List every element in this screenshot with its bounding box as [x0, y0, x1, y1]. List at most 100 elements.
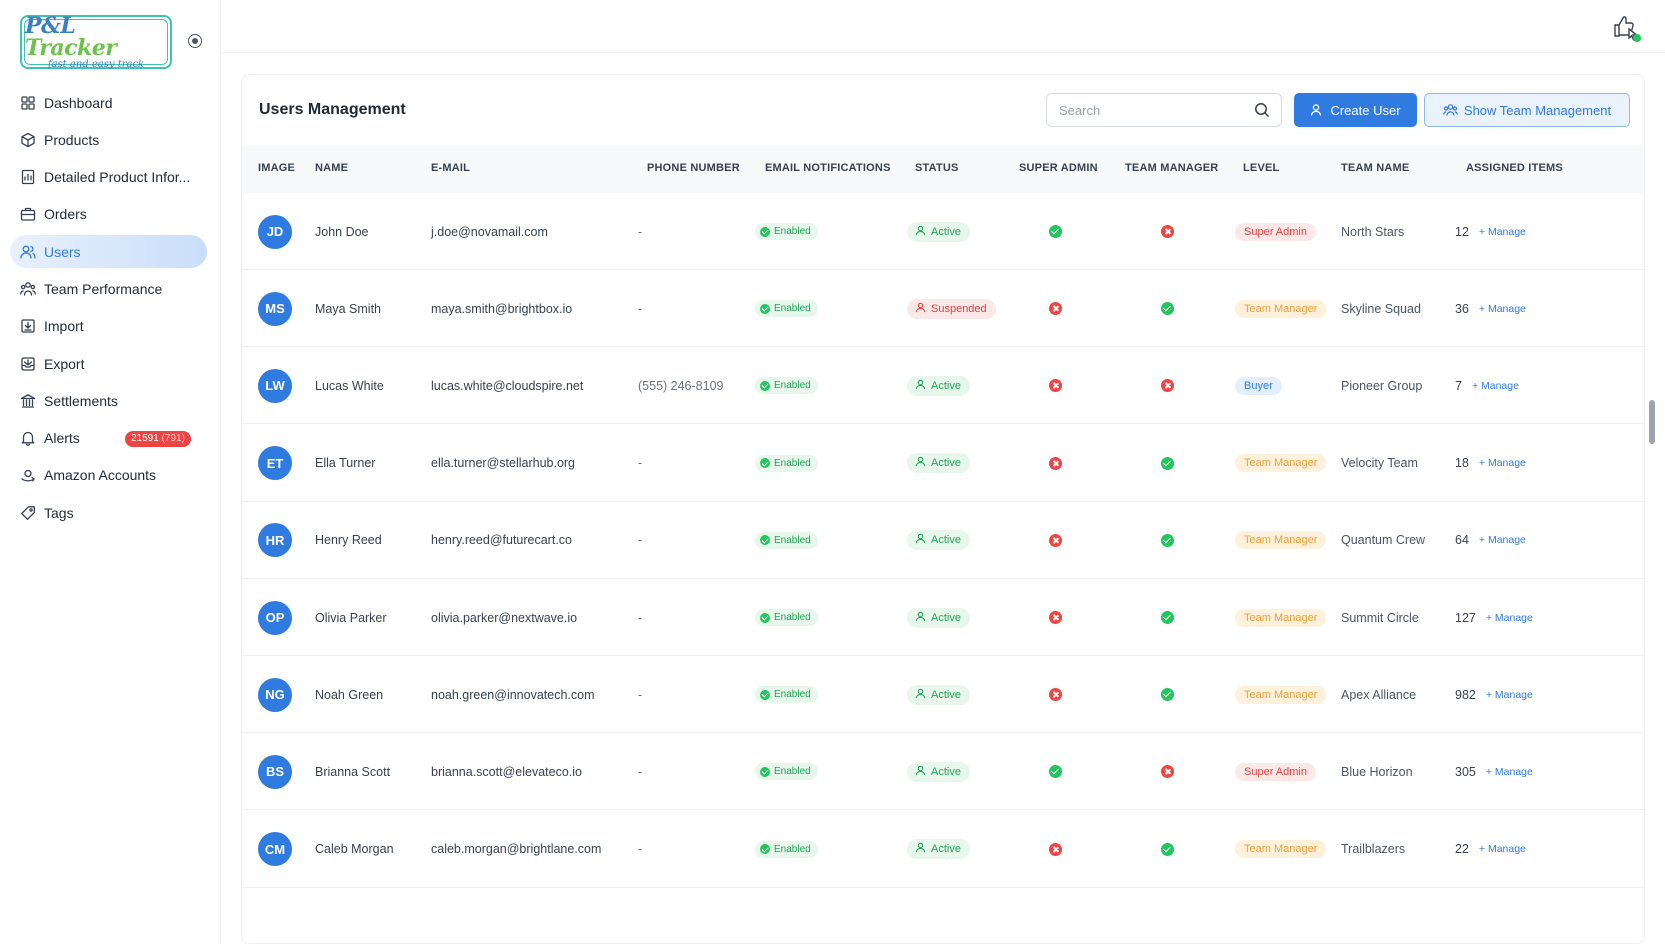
- notifications-text: Enabled: [774, 766, 811, 778]
- sidebar-item-alerts[interactable]: Alerts 21591 (791): [10, 422, 207, 455]
- manage-link[interactable]: + Manage: [1479, 303, 1526, 315]
- logo[interactable]: P&L Tracker fast and easy track: [20, 15, 172, 69]
- user-status-icon: [915, 765, 926, 779]
- sidebar-item-team-performance[interactable]: Team Performance: [10, 272, 207, 305]
- email-cell: lucas.white@cloudspire.net: [431, 347, 583, 424]
- column-header-email-notifications[interactable]: EMAIL NOTIFICATIONS: [765, 162, 891, 174]
- sidebar-item-settlements[interactable]: Settlements: [10, 384, 207, 417]
- user-phone: -: [638, 533, 643, 548]
- table-row[interactable]: NG Noah Green noah.green@innovatech.com - En…: [242, 656, 1644, 734]
- sidebar-item-label: Export: [44, 355, 85, 372]
- column-header-image[interactable]: IMAGE: [258, 162, 295, 174]
- level-cell: Super Admin: [1235, 193, 1316, 270]
- image-cell: ET: [258, 425, 292, 502]
- manage-link[interactable]: + Manage: [1479, 534, 1526, 546]
- manage-link[interactable]: + Manage: [1486, 612, 1533, 624]
- table-row[interactable]: CM Caleb Morgan caleb.morgan@brightlane.co…: [242, 811, 1644, 888]
- column-header-assigned-items[interactable]: ASSIGNED ITEMS: [1466, 162, 1563, 174]
- user-phone: -: [638, 764, 643, 779]
- status-cell: Suspended: [907, 270, 996, 347]
- notifications-text: Enabled: [774, 534, 811, 546]
- team-name: Pioneer Group: [1341, 378, 1423, 393]
- user-email: maya.smith@brightbox.io: [431, 301, 573, 316]
- email-notifications-badge[interactable]: Enabled: [755, 686, 818, 704]
- phone-cell: (555) 246-8109: [638, 347, 723, 424]
- sidebar-toggle-radio-icon[interactable]: [188, 34, 202, 48]
- email-notifications-badge[interactable]: Enabled: [755, 454, 818, 472]
- super-admin-cell: [1049, 270, 1062, 347]
- table-row[interactable]: MS Maya Smith maya.smith@brightbox.io - Enab…: [242, 270, 1644, 348]
- sidebar-item-dashboard[interactable]: Dashboard: [10, 86, 207, 119]
- check-circle-icon: [760, 689, 770, 700]
- manage-link[interactable]: + Manage: [1486, 689, 1533, 701]
- alerts-count: 21591: [131, 432, 159, 444]
- column-header-e-mail[interactable]: E-MAIL: [431, 162, 470, 174]
- user-status-icon: [915, 611, 926, 625]
- sidebar-item-tags[interactable]: Tags: [10, 496, 207, 529]
- column-header-status[interactable]: STATUS: [915, 162, 959, 174]
- phone-cell: -: [638, 811, 642, 888]
- email-notifications-badge[interactable]: Enabled: [755, 763, 818, 781]
- status-text: Active: [931, 457, 961, 470]
- column-header-phone-number[interactable]: PHONE NUMBER: [647, 162, 740, 174]
- email-notifications-badge[interactable]: Enabled: [755, 300, 818, 318]
- table-row[interactable]: ET Ella Turner ella.turner@stellarhub.org -…: [242, 425, 1644, 502]
- email-notifications-cell: Enabled: [755, 656, 818, 733]
- email-notifications-badge[interactable]: Enabled: [755, 840, 818, 858]
- table-row[interactable]: LW Lucas White lucas.white@cloudspire.net (…: [242, 347, 1644, 425]
- column-header-team-name[interactable]: TEAM NAME: [1341, 162, 1409, 174]
- manage-link[interactable]: + Manage: [1472, 380, 1519, 392]
- create-user-button[interactable]: Create User: [1294, 93, 1417, 127]
- manage-link[interactable]: + Manage: [1479, 843, 1526, 855]
- status-cell: Active: [907, 656, 970, 733]
- manage-link[interactable]: + Manage: [1486, 766, 1533, 778]
- sidebar-item-label: Products: [44, 131, 100, 148]
- table-row[interactable]: JD John Doe j.doe@novamail.com - Enabled Acti…: [242, 193, 1644, 270]
- column-header-level[interactable]: LEVEL: [1243, 162, 1279, 174]
- sidebar-item-detailed-product-infor[interactable]: Detailed Product Infor...: [10, 161, 207, 194]
- sidebar-item-export[interactable]: Export: [10, 347, 207, 380]
- level-badge: Team Manager: [1235, 299, 1327, 318]
- sidebar-item-amazon-accounts[interactable]: Amazon Accounts: [10, 459, 207, 492]
- manage-link[interactable]: + Manage: [1479, 226, 1526, 238]
- avatar: OP: [258, 600, 292, 635]
- team-name: Quantum Crew: [1341, 533, 1426, 548]
- show-team-management-button[interactable]: Show Team Management: [1424, 93, 1630, 127]
- like-cursor-icon[interactable]: [1609, 10, 1643, 44]
- avatar: JD: [258, 214, 292, 249]
- team-name: Blue Horizon: [1341, 764, 1413, 779]
- team-name-cell: Apex Alliance: [1341, 656, 1416, 733]
- column-header-super-admin[interactable]: SUPER ADMIN: [1019, 162, 1098, 174]
- avatar: ET: [258, 446, 292, 481]
- team-name-cell: Summit Circle: [1341, 579, 1419, 656]
- table-row[interactable]: OP Olivia Parker olivia.parker@nextwave.io…: [242, 579, 1644, 656]
- scrollbar-thumb[interactable]: [1649, 400, 1655, 444]
- level-badge: Team Manager: [1235, 840, 1327, 859]
- image-cell: JD: [258, 193, 292, 270]
- table-row[interactable]: BS Brianna Scott brianna.scott@elevateco.i…: [242, 733, 1644, 811]
- sidebar-item-users[interactable]: Users: [10, 235, 207, 269]
- search-input[interactable]: [1046, 93, 1282, 127]
- email-notifications-badge[interactable]: Enabled: [755, 609, 818, 626]
- name-cell: Noah Green: [315, 656, 383, 733]
- sidebar-item-products[interactable]: Products: [10, 123, 207, 156]
- manage-link[interactable]: + Manage: [1479, 457, 1526, 469]
- email-notifications-badge[interactable]: Enabled: [755, 377, 818, 395]
- email-cell: henry.reed@futurecart.co: [431, 502, 572, 579]
- column-header-team-manager[interactable]: TEAM MANAGER: [1125, 162, 1218, 174]
- status-text: Active: [931, 765, 961, 778]
- user-phone: (555) 246-8109: [638, 378, 724, 393]
- search-icon[interactable]: [1254, 102, 1270, 118]
- table-row[interactable]: HR Henry Reed henry.reed@futurecart.co - Ena…: [242, 502, 1644, 579]
- create-user-label: Create User: [1330, 102, 1401, 118]
- sidebar-item-import[interactable]: Import: [10, 310, 207, 343]
- column-header-name[interactable]: NAME: [315, 162, 348, 174]
- email-notifications-badge[interactable]: Enabled: [755, 531, 818, 549]
- team-name: Summit Circle: [1341, 610, 1419, 625]
- level-badge: Team Manager: [1235, 454, 1327, 473]
- box-icon: [20, 132, 36, 148]
- team-name: Apex Alliance: [1341, 687, 1417, 702]
- sidebar-item-orders[interactable]: Orders: [10, 198, 207, 231]
- email-notifications-badge[interactable]: Enabled: [755, 223, 818, 240]
- team-manager-cell: [1161, 656, 1174, 733]
